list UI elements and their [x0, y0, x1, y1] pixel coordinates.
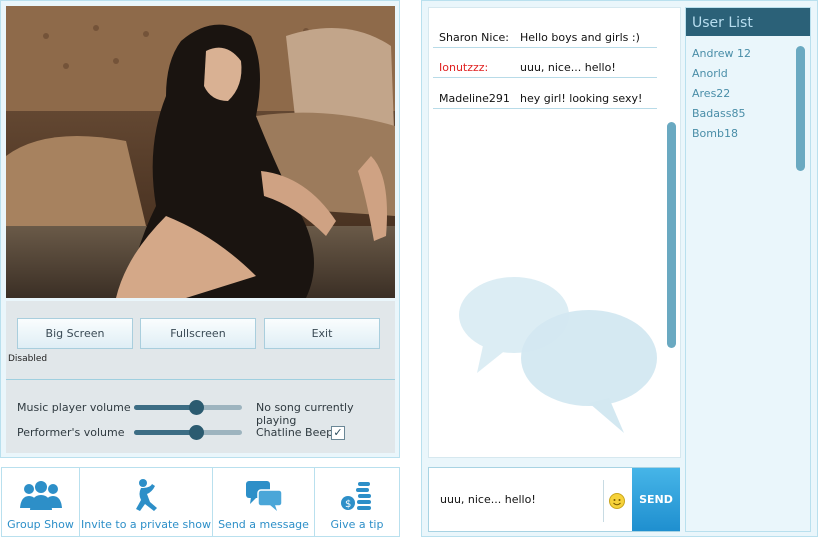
- chatline-beep-checkbox[interactable]: ✓: [331, 426, 345, 440]
- divider: [6, 379, 395, 380]
- music-volume-knob[interactable]: [188, 400, 204, 415]
- chat-scrollbar[interactable]: [667, 122, 676, 348]
- action-bar: Group Show Invite to a private show Send…: [1, 467, 400, 537]
- message-composer: SEND: [428, 467, 680, 532]
- user-list-item[interactable]: Badass85: [686, 104, 792, 124]
- send-message-button[interactable]: Send a message: [213, 468, 315, 536]
- speech-bubbles-icon: [245, 480, 283, 516]
- user-list-item[interactable]: Andrew 12: [686, 44, 792, 64]
- video-panel: Big Screen Fullscreen Exit Disabled Musi…: [0, 0, 400, 458]
- invite-private-show-label: Invite to a private show: [81, 518, 211, 531]
- video-image: [6, 6, 395, 298]
- user-list-item[interactable]: Bomb18: [686, 124, 792, 144]
- dancer-icon: [132, 478, 160, 516]
- group-show-button[interactable]: Group Show: [2, 468, 80, 536]
- chat-nick[interactable]: Sharon Nice:: [439, 31, 509, 44]
- divider: [603, 480, 604, 522]
- chat-text: Hello boys and girls :): [520, 31, 640, 44]
- group-show-label: Group Show: [7, 518, 74, 531]
- coins-icon: $: [340, 482, 374, 516]
- chat-nick[interactable]: Madeline291: [439, 92, 510, 105]
- give-tip-label: Give a tip: [330, 518, 384, 531]
- music-volume-fill: [134, 405, 196, 410]
- user-list-panel: User List Andrew 12 Anorld Ares22 Badass…: [685, 7, 811, 532]
- video-status-label: Disabled: [8, 354, 48, 364]
- chat-nick[interactable]: Ionutzzz:: [439, 61, 488, 74]
- chat-panel: Sharon Nice: Hello boys and girls :) Ion…: [421, 0, 818, 537]
- chat-text: hey girl! looking sexy!: [520, 92, 643, 105]
- send-button[interactable]: SEND: [632, 468, 680, 531]
- chat-watermark-icon: [459, 277, 657, 433]
- performer-volume-knob[interactable]: [188, 425, 204, 440]
- performer-volume-slider[interactable]: [134, 425, 242, 440]
- fullscreen-button[interactable]: Fullscreen: [140, 318, 256, 349]
- chat-message: Ionutzzz: uuu, nice... hello!: [433, 46, 657, 78]
- song-status: No song currently playing: [256, 401, 354, 427]
- chat-text: uuu, nice... hello!: [520, 61, 616, 74]
- chat-message: Sharon Nice: Hello boys and girls :): [433, 16, 657, 48]
- music-volume-slider[interactable]: [134, 400, 242, 415]
- exit-button[interactable]: Exit: [264, 318, 380, 349]
- video-feed[interactable]: [6, 6, 395, 298]
- svg-text:$: $: [345, 499, 351, 510]
- user-list-item[interactable]: Anorld: [686, 64, 792, 84]
- chat-log: Sharon Nice: Hello boys and girls :) Ion…: [428, 7, 681, 458]
- group-icon: [18, 480, 64, 514]
- smiley-icon[interactable]: [609, 493, 625, 509]
- chatline-beep-label: Chatline Beep: [256, 426, 334, 439]
- invite-private-show-button[interactable]: Invite to a private show: [80, 468, 213, 536]
- user-list-item[interactable]: Ares22: [686, 84, 792, 104]
- user-list-scrollbar[interactable]: [796, 46, 805, 171]
- chat-message: Madeline291 hey girl! looking sexy!: [433, 77, 657, 109]
- user-list-title: User List: [686, 8, 810, 36]
- give-tip-button[interactable]: $ Give a tip: [315, 468, 399, 536]
- user-list: Andrew 12 Anorld Ares22 Badass85 Bomb18: [686, 44, 792, 144]
- performer-volume-label: Performer's volume: [17, 426, 125, 439]
- send-message-label: Send a message: [218, 518, 309, 531]
- checkmark-icon: ✓: [333, 426, 343, 439]
- performer-volume-fill: [134, 430, 196, 435]
- video-controls: Big Screen Fullscreen Exit Disabled Musi…: [6, 301, 395, 453]
- big-screen-button[interactable]: Big Screen: [17, 318, 133, 349]
- music-volume-label: Music player volume: [17, 401, 131, 414]
- message-input[interactable]: [429, 468, 603, 531]
